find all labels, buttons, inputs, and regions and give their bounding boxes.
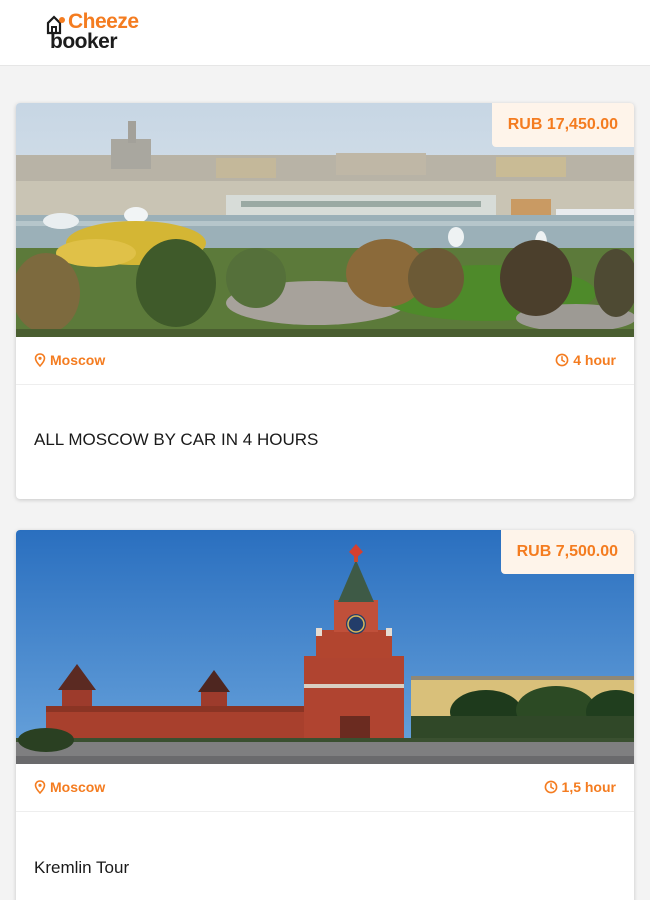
logo-text-bottom: booker [50,30,118,53]
tour-meta-row: Moscow 1,5 hour [16,764,634,812]
tour-card[interactable]: RUB 7,500.00 Moscow 1,5 hour Kremlin Tou… [16,530,634,900]
tour-title[interactable]: Kremlin Tour [34,858,129,878]
tour-location-label: Moscow [50,779,106,795]
tour-location: Moscow [34,352,105,368]
tour-image-kremlin[interactable]: RUB 7,500.00 [16,530,634,764]
tour-duration-label: 4 hour [573,352,616,368]
tour-title[interactable]: ALL MOSCOW BY CAR IN 4 HOURS [34,430,318,450]
tour-duration-label: 1,5 hour [561,779,616,795]
clock-icon [555,353,569,367]
tour-duration: 4 hour [555,352,616,368]
clock-icon [544,780,557,794]
price-badge[interactable]: RUB 7,500.00 [500,530,634,574]
tour-image-moscow-panorama[interactable]: RUB 17,450.00 [16,103,634,337]
tour-duration: 1,5 hour [544,779,616,795]
map-pin-icon [34,780,46,794]
tour-location: Moscow [34,779,105,795]
cheezebooker-logo[interactable]: Cheeze booker [46,10,166,56]
price-badge[interactable]: RUB 17,450.00 [491,103,634,147]
tour-card[interactable]: RUB 17,450.00 Moscow 4 hour ALL MOSCOW B… [16,103,634,499]
app-header: Cheeze booker [0,0,650,66]
map-pin-icon [34,353,46,367]
tour-meta-row: Moscow 4 hour [16,337,634,385]
tour-location-label: Moscow [50,352,106,368]
